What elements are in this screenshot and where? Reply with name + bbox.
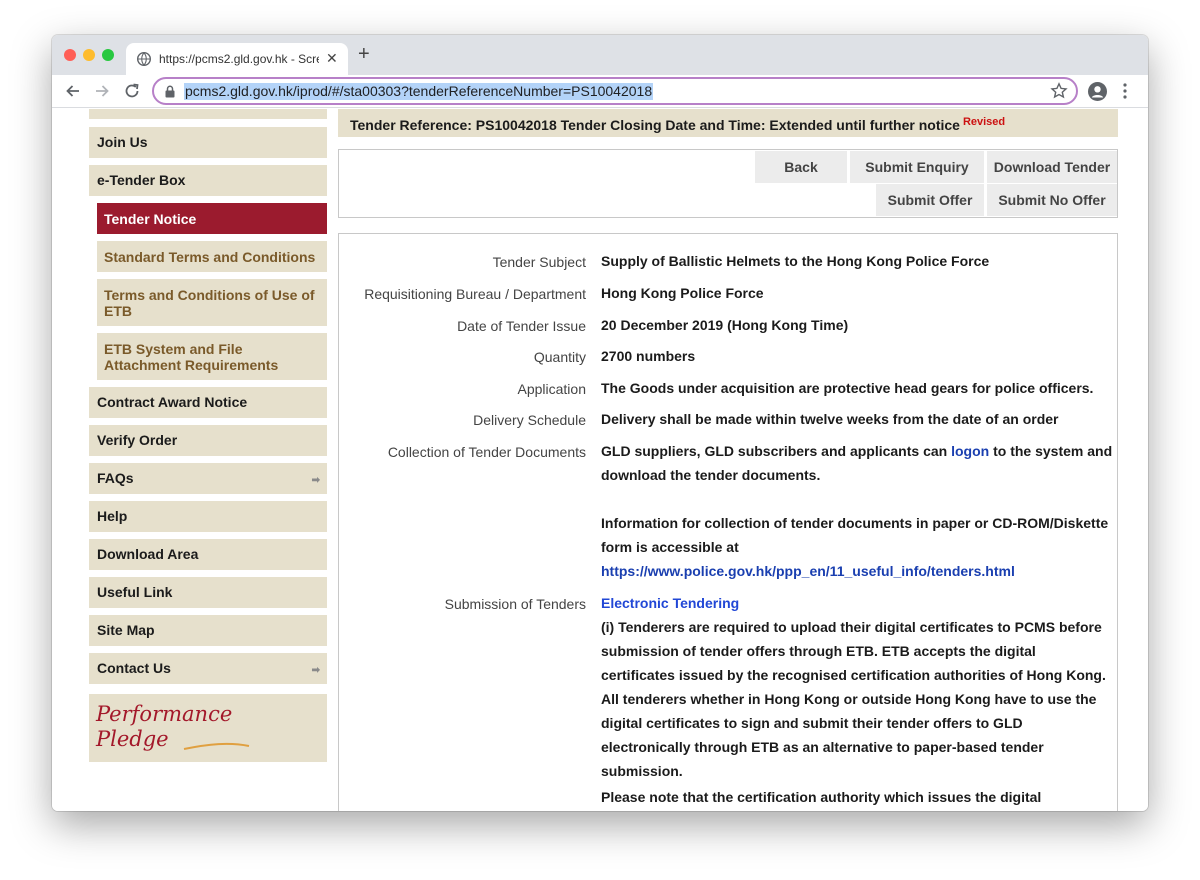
collection-text: GLD suppliers, GLD subscribers and appli… — [601, 443, 952, 459]
sidebar-item-site-map[interactable]: Site Map — [89, 615, 327, 646]
menu-kebab-icon[interactable] — [1122, 83, 1128, 99]
bureau-value: Hong Kong Police Force — [601, 285, 764, 301]
sidebar-item-label: Useful Link — [97, 584, 173, 600]
bookmark-star-icon[interactable] — [1050, 82, 1068, 100]
collection-label: Collection of Tender Documents — [387, 444, 586, 460]
minimize-window-button[interactable] — [83, 49, 95, 61]
tender-subject-label: Tender Subject — [492, 254, 586, 270]
address-bar[interactable]: pcms2.gld.gov.hk/iprod/#/sta00303?tender… — [152, 77, 1078, 105]
certification-note: Please note that the certification autho… — [601, 789, 1042, 805]
close-tab-icon[interactable]: ✕ — [326, 50, 338, 67]
submission-text: (i) Tenderers are required to upload the… — [601, 619, 1106, 779]
bureau-label: Requisitioning Bureau / Department — [364, 286, 586, 302]
svg-text:Pledge: Pledge — [95, 727, 169, 751]
forward-arrow-icon[interactable] — [92, 81, 112, 101]
lock-icon — [165, 85, 175, 98]
sidebar-subitem-label: Standard Terms and Conditions — [104, 249, 316, 265]
issue-date-value: 20 December 2019 (Hong Kong Time) — [601, 317, 849, 333]
sidebar-item-label: Join Us — [97, 134, 148, 150]
close-window-button[interactable] — [64, 49, 76, 61]
tender-reference-text: Tender Reference: PS10042018 Tender Clos… — [350, 117, 960, 133]
sidebar-item-label: Help — [97, 508, 128, 524]
svg-text:Performance: Performance — [95, 702, 232, 726]
police-tenders-link[interactable]: https://www.police.gov.hk/ppp_en/11_usef… — [601, 563, 1015, 579]
sidebar-subitem-tender-notice[interactable]: Tender Notice — [97, 203, 327, 234]
zoom-window-button[interactable] — [102, 49, 114, 61]
sidebar-item-help[interactable]: Help — [89, 501, 327, 532]
application-label: Application — [517, 381, 587, 397]
submit-no-offer-button[interactable]: Submit No Offer — [987, 184, 1117, 216]
sidebar-item-label: e-Tender Box — [97, 172, 186, 188]
quantity-label: Quantity — [533, 349, 586, 365]
sidebar-subitem-etb-system[interactable]: ETB System and File Attachment Requireme… — [97, 333, 327, 380]
collection-value: GLD suppliers, GLD subscribers and appli… — [601, 439, 1113, 487]
browser-window: https://pcms2.gld.gov.hk - Scree ✕ + pcm… — [52, 35, 1148, 811]
sidebar-item-label: Contract Award Notice — [97, 394, 248, 410]
reload-icon[interactable] — [122, 81, 142, 101]
tender-subject-value: Supply of Ballistic Helmets to the Hong … — [601, 253, 990, 269]
tender-details-panel: Tender Subject Supply of Ballistic Helme… — [338, 233, 1118, 811]
page-content: Join Us e-Tender Box Tender Notice Stand… — [52, 109, 1148, 811]
sidebar-item-verify-order[interactable]: Verify Order — [89, 425, 327, 456]
action-button-panel: Back Submit Enquiry Download Tender Subm… — [338, 149, 1118, 218]
arrow-right-icon: ➡ — [311, 475, 320, 486]
tab-bar: https://pcms2.gld.gov.hk - Scree ✕ + — [52, 35, 1148, 75]
tab-title: https://pcms2.gld.gov.hk - Scree — [159, 52, 319, 66]
url-text[interactable]: pcms2.gld.gov.hk/iprod/#/sta00303?tender… — [184, 83, 654, 100]
submission-label: Submission of Tenders — [444, 596, 586, 612]
sidebar-item-contract-award-notice[interactable]: Contract Award Notice — [89, 387, 327, 418]
sidebar-item-e-tender-box[interactable]: e-Tender Box — [89, 165, 327, 196]
new-tab-icon[interactable]: + — [358, 44, 370, 64]
sidebar-item-label: Site Map — [97, 622, 155, 638]
sidebar-subitem-label: Tender Notice — [104, 211, 197, 227]
sidebar-item-label: Download Area — [97, 546, 199, 562]
sidebar-subitem-terms-of-use[interactable]: Terms and Conditions of Use of ETB — [97, 279, 327, 326]
submit-offer-button[interactable]: Submit Offer — [876, 184, 984, 216]
sidebar-item-useful-link[interactable]: Useful Link — [89, 577, 327, 608]
sidebar-item-download-area[interactable]: Download Area — [89, 539, 327, 570]
collection-info-text: Information for collection of tender doc… — [601, 515, 1109, 555]
sidebar-item-label: FAQs — [97, 470, 134, 486]
sidebar-item-label: Verify Order — [97, 432, 178, 448]
sidebar-item-faqs[interactable]: FAQs ➡ — [89, 463, 327, 494]
revised-badge: Revised — [962, 116, 1006, 128]
back-arrow-icon[interactable] — [63, 81, 83, 101]
sidebar-item-partial[interactable] — [89, 109, 327, 119]
performance-pledge-banner[interactable]: Performance Pledge — [89, 694, 327, 762]
collection-info: Information for collection of tender doc… — [601, 511, 1113, 583]
sidebar-subitem-label: ETB System and File Attachment Requireme… — [104, 341, 279, 373]
delivery-schedule-value: Delivery shall be made within twelve wee… — [601, 411, 1059, 427]
application-value: The Goods under acquisition are protecti… — [601, 380, 1094, 396]
performance-pledge-logo: Performance Pledge — [95, 702, 250, 751]
browser-tab[interactable]: https://pcms2.gld.gov.hk - Scree ✕ — [126, 43, 348, 75]
delivery-schedule-label: Delivery Schedule — [473, 412, 586, 428]
sidebar-item-join-us[interactable]: Join Us — [89, 127, 327, 158]
globe-icon — [137, 52, 151, 66]
profile-icon[interactable] — [1088, 82, 1107, 101]
logon-link[interactable]: logon — [951, 443, 989, 459]
submission-value: Electronic Tendering (i) Tenderers are r… — [601, 591, 1113, 783]
download-tender-button[interactable]: Download Tender — [987, 151, 1117, 183]
submit-enquiry-button[interactable]: Submit Enquiry — [850, 151, 984, 183]
sidebar-item-label: Contact Us — [97, 660, 171, 676]
sidebar-subitem-standard-terms[interactable]: Standard Terms and Conditions — [97, 241, 327, 272]
tender-reference-header: Tender Reference: PS10042018 Tender Clos… — [338, 109, 1118, 137]
sidebar-item-contact-us[interactable]: Contact Us ➡ — [89, 653, 327, 684]
browser-toolbar: pcms2.gld.gov.hk/iprod/#/sta00303?tender… — [52, 75, 1148, 108]
quantity-value: 2700 numbers — [601, 348, 696, 364]
issue-date-label: Date of Tender Issue — [457, 318, 586, 334]
arrow-right-icon: ➡ — [311, 665, 320, 676]
back-button[interactable]: Back — [755, 151, 847, 183]
sidebar-subitem-label: Terms and Conditions of Use of ETB — [104, 287, 315, 319]
electronic-tendering-link[interactable]: Electronic Tendering — [601, 591, 1113, 615]
